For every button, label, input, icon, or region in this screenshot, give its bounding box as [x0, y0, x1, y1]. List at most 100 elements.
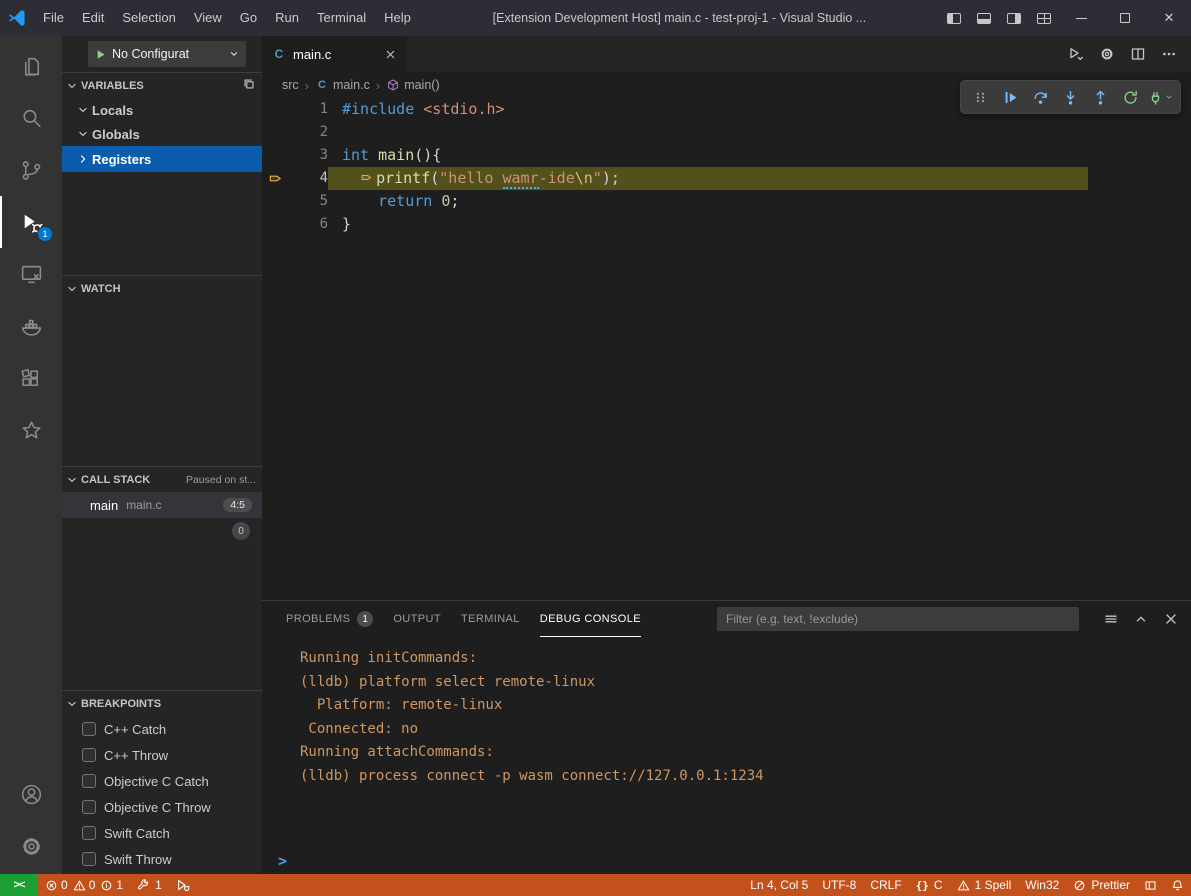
toggle-panel-icon[interactable] [969, 0, 999, 36]
status-platform[interactable]: Win32 [1018, 874, 1066, 896]
tools-status[interactable]: 1 [130, 874, 169, 896]
watch-section-header[interactable]: WATCH [62, 275, 262, 301]
tree-item-label: Globals [92, 127, 140, 142]
activity-bar-extensions[interactable] [0, 352, 62, 404]
close-panel-icon[interactable] [1163, 611, 1179, 627]
menu-terminal[interactable]: Terminal [308, 0, 375, 36]
code-editor[interactable]: 1#include <stdio.h>23int main(){4 printf… [262, 98, 1191, 236]
menu-run[interactable]: Run [266, 0, 308, 36]
variables-item-globals[interactable]: Globals [62, 122, 262, 146]
activity-bar-account[interactable] [0, 768, 62, 820]
status-spell-checker[interactable]: 1 Spell [950, 874, 1019, 896]
panel-tab-output[interactable]: OUTPUT [393, 601, 441, 637]
breakpoint-checkbox[interactable] [82, 748, 96, 762]
panel-tab-debug-console[interactable]: DEBUG CONSOLE [540, 601, 641, 637]
toggle-secondary-sidebar-icon[interactable] [999, 0, 1029, 36]
output-actions-icon[interactable] [1103, 611, 1119, 627]
status-language-mode[interactable]: {}C [909, 874, 950, 896]
activity-bar-remote-explorer[interactable] [0, 248, 62, 300]
breakpoint-checkbox[interactable] [82, 826, 96, 840]
close-tab-icon[interactable] [384, 48, 397, 61]
breakpoint-gutter[interactable] [262, 144, 288, 167]
customize-layout-icon[interactable] [1029, 0, 1059, 36]
variables-item-locals[interactable]: Locals [62, 98, 262, 122]
panel-tab-problems[interactable]: PROBLEMS1 [286, 601, 373, 637]
breadcrumb-separator: › [305, 78, 309, 93]
debug-configuration-dropdown[interactable]: No Configurat [88, 41, 246, 67]
debug-continue-button[interactable] [997, 84, 1024, 111]
breakpoint-gutter[interactable] [262, 213, 288, 236]
status-eol[interactable]: CRLF [863, 874, 908, 896]
warning-icon [73, 879, 86, 892]
debug-status[interactable] [169, 874, 197, 896]
breakpoint-gutter[interactable] [262, 190, 288, 213]
breakpoint-row[interactable]: Swift Catch [62, 820, 262, 846]
breakpoint-row[interactable]: C++ Throw [62, 742, 262, 768]
breakpoint-row[interactable]: C++ Catch [62, 716, 262, 742]
activity-bar-star[interactable] [0, 404, 62, 456]
menu-file[interactable]: File [34, 0, 73, 36]
debug-restart-button[interactable] [1117, 84, 1144, 111]
minimize-button[interactable] [1059, 0, 1103, 36]
maximize-panel-icon[interactable] [1133, 611, 1149, 627]
collapse-all-icon[interactable] [242, 77, 256, 91]
breakpoint-row[interactable]: Objective C Catch [62, 768, 262, 794]
more-actions-button[interactable] [1161, 46, 1177, 62]
call-stack-section-header[interactable]: CALL STACK Paused on st... [62, 466, 262, 492]
activity-bar-search[interactable] [0, 92, 62, 144]
debug-console-filter-input[interactable] [717, 607, 1079, 631]
breakpoint-row[interactable]: Swift Throw [62, 846, 262, 872]
breakpoint-checkbox[interactable] [82, 722, 96, 736]
close-button[interactable]: ✕ [1147, 0, 1191, 36]
breakpoint-gutter[interactable] [262, 121, 288, 144]
toggle-sidebar-icon[interactable] [939, 0, 969, 36]
debug-settings-button[interactable] [1099, 46, 1115, 62]
problems-status[interactable]: 0 0 1 [38, 874, 130, 896]
debug-step-over-button[interactable] [1027, 84, 1054, 111]
status-notifications[interactable] [1164, 874, 1191, 896]
menu-selection[interactable]: Selection [113, 0, 184, 36]
code-line: 4 printf("hello wamr-ide\n"); [262, 167, 1191, 190]
code-line-content: int main(){ [328, 144, 441, 167]
breakpoint-checkbox[interactable] [82, 774, 96, 788]
debug-console-input[interactable]: > [262, 848, 1191, 874]
activity-bar-explorer[interactable] [0, 40, 62, 92]
status-cursor-position[interactable]: Ln 4, Col 5 [743, 874, 815, 896]
menu-view[interactable]: View [185, 0, 231, 36]
status-encoding[interactable]: UTF-8 [815, 874, 863, 896]
activity-bar-docker[interactable] [0, 300, 62, 352]
breakpoints-section-header[interactable]: BREAKPOINTS [62, 690, 262, 716]
breakpoint-checkbox[interactable] [82, 852, 96, 866]
call-stack-badge: 0 [232, 522, 250, 540]
debug-disconnect-button[interactable] [1147, 84, 1174, 111]
breakpoint-gutter[interactable] [262, 98, 288, 121]
activity-bar-settings[interactable] [0, 820, 62, 872]
debug-drag-handle-button[interactable] [967, 84, 994, 111]
split-editor-button[interactable] [1130, 46, 1146, 62]
breadcrumb-item[interactable]: src [282, 78, 299, 92]
activity-bar-run-and-debug[interactable]: 1 [0, 196, 62, 248]
breakpoint-row[interactable]: Objective C Throw [62, 794, 262, 820]
variables-item-registers[interactable]: Registers [62, 146, 262, 172]
tab-main-c[interactable]: C main.c [262, 36, 407, 72]
breakpoint-gutter[interactable] [262, 167, 288, 190]
menu-help[interactable]: Help [375, 0, 420, 36]
variables-section-header[interactable]: VARIABLES [62, 72, 262, 98]
stack-frame-row[interactable]: main main.c 4:5 [62, 492, 262, 518]
breadcrumb-item[interactable]: Cmain.c [315, 78, 370, 92]
debug-step-out-button[interactable] [1087, 84, 1114, 111]
bottom-panel: PROBLEMS1OUTPUTTERMINALDEBUG CONSOLE Run… [262, 600, 1191, 874]
breakpoint-checkbox[interactable] [82, 800, 96, 814]
maximize-button[interactable] [1103, 0, 1147, 36]
breadcrumb-item[interactable]: main() [386, 78, 439, 92]
menu-edit[interactable]: Edit [73, 0, 113, 36]
breakpoint-label: C++ Throw [104, 748, 168, 763]
activity-bar-source-control[interactable] [0, 144, 62, 196]
remote-indicator[interactable]: >< [0, 874, 38, 896]
status-prettier[interactable]: Prettier [1066, 874, 1137, 896]
status-screencast-mode[interactable] [1137, 874, 1164, 896]
run-or-debug-button[interactable] [1068, 46, 1084, 62]
debug-step-into-button[interactable] [1057, 84, 1084, 111]
menu-go[interactable]: Go [231, 0, 266, 36]
panel-tab-terminal[interactable]: TERMINAL [461, 601, 520, 637]
